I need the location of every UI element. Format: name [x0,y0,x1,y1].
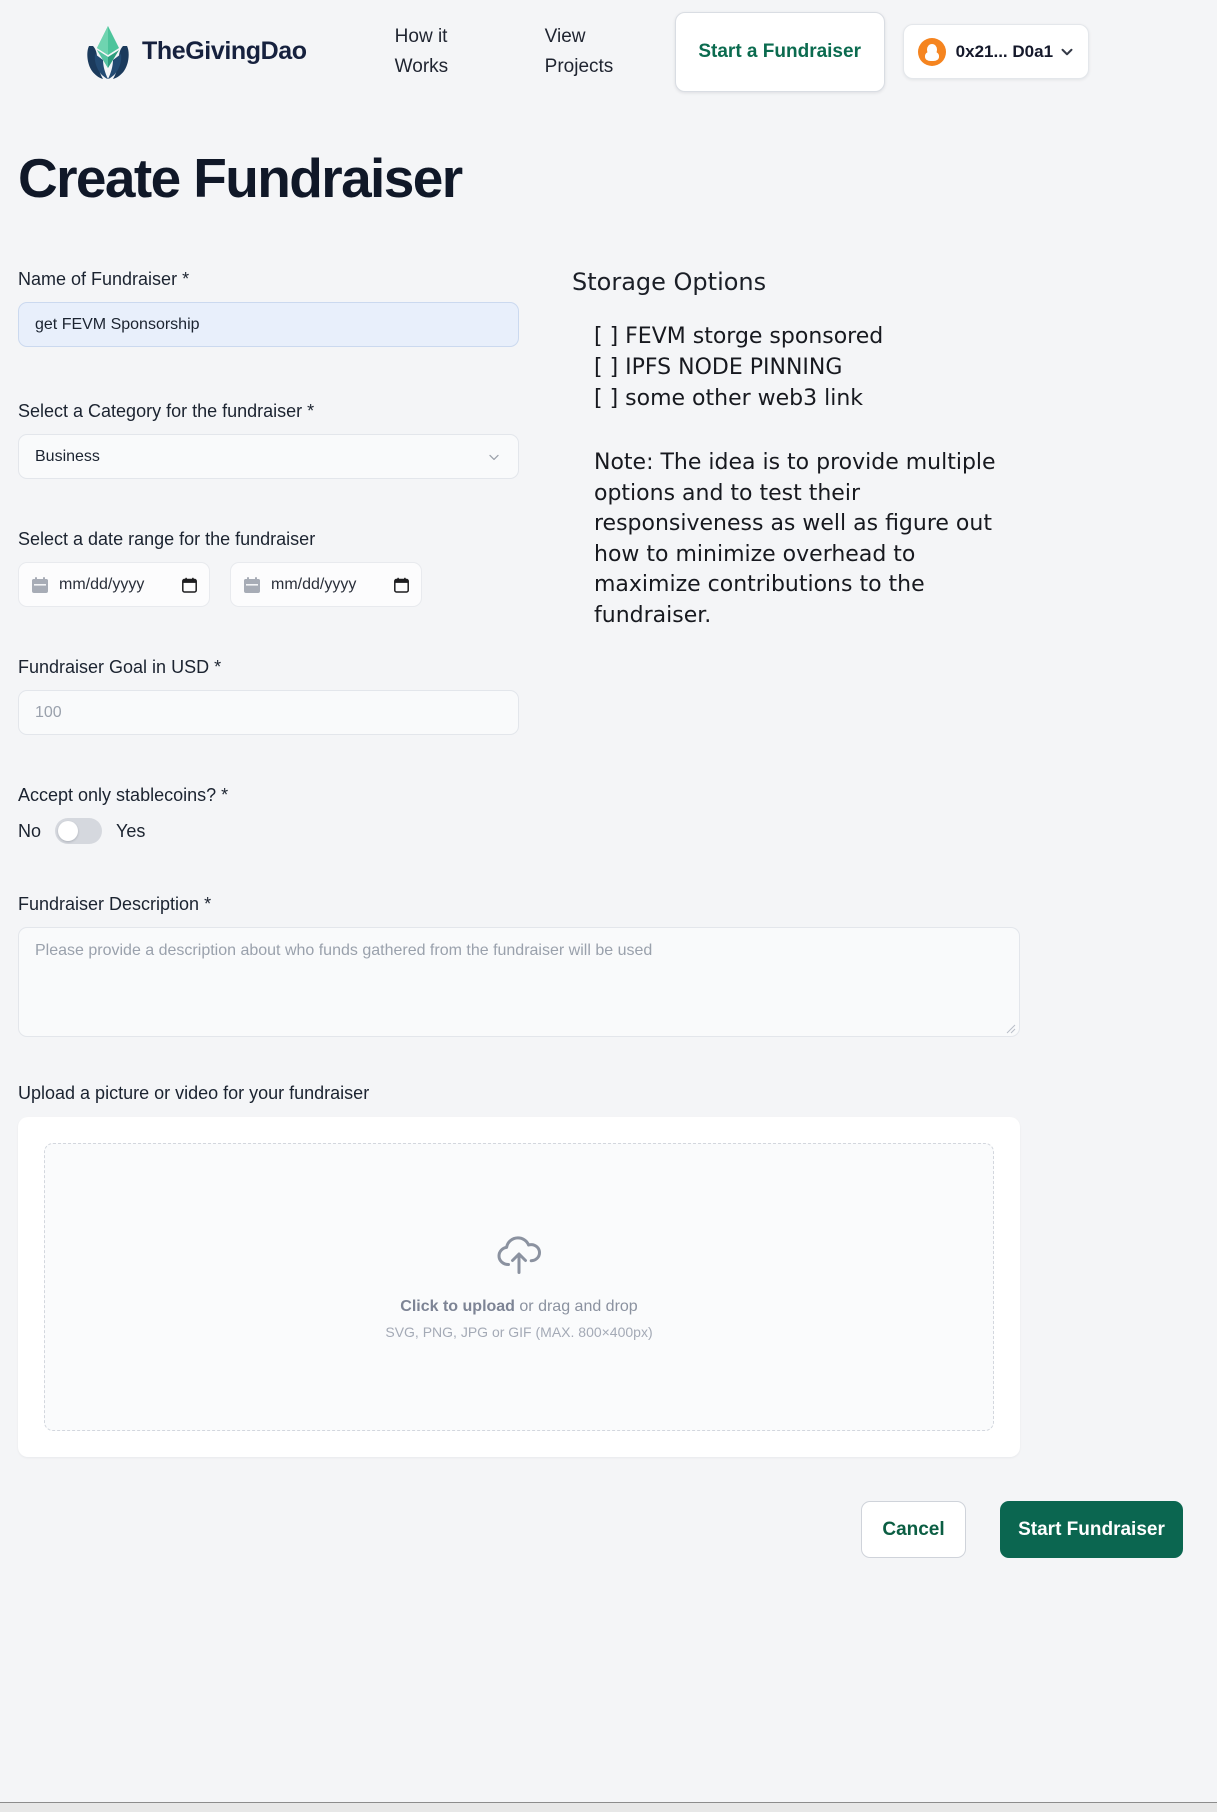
wallet-address-label: 0x21... D0a1 [955,41,1054,61]
drag-and-drop-text: or drag and drop [514,1298,638,1315]
resize-grip-icon[interactable] [1004,1021,1016,1034]
upload-section: Upload a picture or video for your fundr… [0,1081,1217,1457]
storage-options-title: Storage Options [572,268,767,296]
storage-option-item[interactable]: [ ] some other web3 link [594,383,1199,414]
upload-card: Click to upload or drag and drop SVG, PN… [18,1117,1020,1457]
start-date-placeholder: mm/dd/yyyy [59,575,145,593]
toggle-off-label: No [18,820,42,841]
page-title: Create Fundraiser [18,147,463,209]
thegivingdao-logo-icon [86,24,130,80]
stablecoins-toggle-row: No Yes [18,818,538,844]
form-footer: Cancel Start Fundraiser [0,1501,1217,1558]
upload-primary-text-row: Click to upload or drag and drop [400,1298,637,1316]
create-fundraiser-page: TheGivingDao How it Works View Projects … [0,0,1217,1812]
date-range-label: Select a date range for the fundraiser [18,529,316,549]
storage-option-item[interactable]: [ ] FEVM storge sponsored [594,321,1199,352]
field-goal: Fundraiser Goal in USD * 100 [18,655,538,735]
storage-option-item[interactable]: [ ] IPFS NODE PINNING [594,352,1199,383]
calendar-icon [243,576,261,594]
form-left-column: Name of Fundraiser * get FEVM Sponsorshi… [18,267,538,844]
metamask-fox-icon [917,37,946,66]
goal-input[interactable]: 100 [18,690,519,735]
date-range-row: mm/dd/yyyy mm/dd/yyyy [18,562,538,607]
click-to-upload-text[interactable]: Click to upload [400,1298,515,1315]
start-fundraiser-submit-button[interactable]: Start Fundraiser [1000,1501,1183,1558]
toggle-on-label: Yes [116,820,146,841]
form-body: Name of Fundraiser * get FEVM Sponsorshi… [0,267,1217,844]
cloud-upload-icon [496,1234,542,1276]
brand-name: TheGivingDao [142,37,307,65]
upload-label: Upload a picture or video for your fundr… [18,1083,370,1103]
description-section: Fundraiser Description * Please provide … [0,892,1217,1037]
start-a-fundraiser-button[interactable]: Start a Fundraiser [674,11,885,92]
name-of-fundraiser-input[interactable]: get FEVM Sponsorship [18,302,519,347]
calendar-icon [31,576,49,594]
toggle-knob [58,821,79,841]
bottom-scroll-bar[interactable] [0,1802,1217,1812]
cancel-button[interactable]: Cancel [861,1501,966,1558]
field-name-of-fundraiser: Name of Fundraiser * get FEVM Sponsorshi… [18,267,538,347]
chevron-down-icon [1058,43,1076,61]
stablecoins-label: Accept only stablecoins? * [18,785,229,805]
storage-options-note: Note: The idea is to provide multiple op… [594,450,996,628]
name-of-fundraiser-label: Name of Fundraiser * [18,269,190,289]
wallet-address-dropdown[interactable]: 0x21... D0a1 [902,24,1089,79]
end-date-placeholder: mm/dd/yyyy [271,575,357,593]
main-nav: How it Works View Projects [377,22,647,82]
nav-link-view-projects[interactable]: View Projects [527,22,647,82]
description-placeholder: Please provide a description about who f… [35,942,653,959]
storage-options-list: [ ] FEVM storge sponsored [ ] IPFS NODE … [594,321,1199,414]
goal-label: Fundraiser Goal in USD * [18,657,222,677]
nav-link-how-it-works[interactable]: How it Works [377,22,497,82]
category-selected-value: Business [35,447,100,465]
description-textarea[interactable]: Please provide a description about who f… [18,927,1020,1037]
site-header: TheGivingDao How it Works View Projects … [0,0,1217,103]
description-label: Fundraiser Description * [18,894,212,914]
category-select[interactable]: Business [18,434,519,479]
calendar-picker-icon[interactable] [182,577,197,593]
upload-dropzone[interactable]: Click to upload or drag and drop SVG, PN… [44,1143,994,1431]
upload-hint: SVG, PNG, JPG or GIF (MAX. 800×400px) [385,1324,653,1340]
start-date-input[interactable]: mm/dd/yyyy [18,562,210,607]
field-category: Select a Category for the fundraiser * B… [18,399,538,479]
calendar-picker-icon[interactable] [394,577,409,593]
stablecoins-toggle[interactable] [55,818,103,844]
chevron-down-icon [486,449,502,465]
field-date-range: Select a date range for the fundraiser m… [18,527,538,607]
brand-logo-link[interactable]: TheGivingDao [86,24,307,80]
storage-options-panel: Storage Options [ ] FEVM storge sponsore… [572,267,1199,844]
end-date-input[interactable]: mm/dd/yyyy [230,562,422,607]
category-label: Select a Category for the fundraiser * [18,401,315,421]
field-stablecoins: Accept only stablecoins? * No Yes [18,783,538,844]
